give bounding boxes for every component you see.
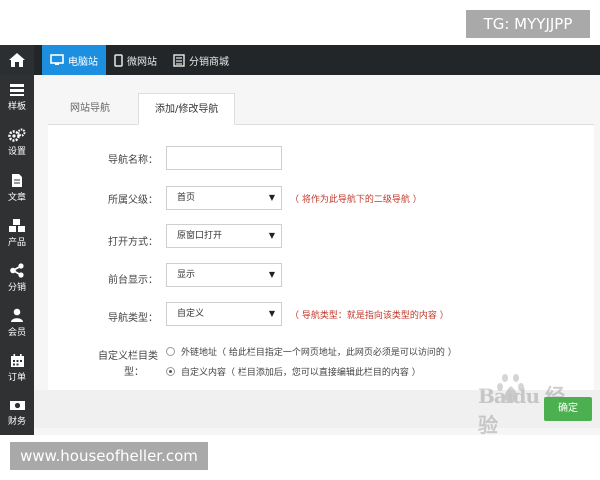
top-nav: 电脑站 微网站 分销商城 <box>42 45 237 75</box>
sidebar: 样板 设置 文章 产品 分销 会员 订单 财务 <box>0 75 34 435</box>
topnav-label: 电脑站 <box>68 56 98 68</box>
topnav-desktop-site[interactable]: 电脑站 <box>42 45 106 75</box>
radio-external-link[interactable]: 外链地址（ 给此栏目指定一个网页地址，此网页必须是可以访问的 ） <box>166 345 457 358</box>
template-icon <box>10 84 24 96</box>
gear-icon <box>8 128 26 142</box>
radio-button-selected[interactable] <box>166 367 175 376</box>
tab-add-edit-navigation[interactable]: 添加/修改导航 <box>138 93 236 125</box>
site-badge: www.houseofheller.com <box>10 442 208 470</box>
share-icon <box>10 262 24 278</box>
sidebar-item-label: 分销 <box>7 282 26 293</box>
caret-down-icon: ▼ <box>268 270 275 279</box>
sidebar-item-orders[interactable]: 订单 <box>0 345 34 390</box>
sidebar-item-label: 订单 <box>7 372 26 383</box>
caret-down-icon: ▼ <box>268 309 275 318</box>
parent-select-value: 首页 <box>177 193 196 203</box>
topnav-mobile-site[interactable]: 微网站 <box>106 45 165 75</box>
display-label: 前台显示： <box>108 275 158 286</box>
radio-custom-content[interactable]: 自定义内容（ 栏目添加后，您可以直接编辑此栏目的内容 ） <box>166 365 421 378</box>
open-mode-select-value: 原窗口打开 <box>177 231 223 241</box>
cubes-icon <box>9 218 25 232</box>
sidebar-item-settings[interactable]: 设置 <box>0 120 34 165</box>
home-icon <box>9 53 25 67</box>
radio-label: 自定义内容（ 栏目添加后，您可以直接编辑此栏目的内容 ） <box>181 368 421 378</box>
nav-type-select[interactable]: 自定义 ▼ <box>166 302 282 326</box>
tab-site-navigation[interactable]: 网站导航 <box>54 93 126 125</box>
nav-name-input[interactable] <box>166 146 282 170</box>
sidebar-item-finance[interactable]: 财务 <box>0 390 34 435</box>
topnav-distribution-store[interactable]: 分销商城 <box>165 45 237 75</box>
open-mode-select[interactable]: 原窗口打开 ▼ <box>166 224 282 248</box>
tg-badge: TG: MYYJJPP <box>466 10 590 38</box>
display-select-value: 显示 <box>177 270 196 280</box>
screen: TG: MYYJJPP 电脑站 微网站 分销商城 样板 设置 文章 产品 分销 … <box>0 0 600 480</box>
topnav-label: 微网站 <box>127 56 157 68</box>
radio-label: 外链地址（ 给此栏目指定一个网页地址，此网页必须是可以访问的 ） <box>181 348 457 358</box>
store-icon <box>173 53 185 67</box>
display-select[interactable]: 显示 ▼ <box>166 263 282 287</box>
nav-type-label: 导航类型： <box>108 313 158 324</box>
open-mode-label: 打开方式： <box>108 237 158 248</box>
custom-type-label-line2: 型： <box>124 367 144 378</box>
sidebar-item-label: 产品 <box>7 237 26 248</box>
sidebar-item-label: 样板 <box>7 102 26 112</box>
parent-label: 所属父级： <box>108 195 158 206</box>
sidebar-item-label: 财务 <box>7 416 26 427</box>
nav-form: 导航名称： 所属父级： 首页 ▼ （ 将作为此导航下的二级导航 ） 打开方式： … <box>48 125 594 391</box>
sidebar-item-label: 文章 <box>7 192 26 203</box>
radio-button[interactable] <box>166 347 175 356</box>
parent-hint: （ 将作为此导航下的二级导航 ） <box>290 195 422 205</box>
user-icon <box>11 308 23 322</box>
sidebar-item-template[interactable]: 样板 <box>0 75 34 120</box>
top-navbar: 电脑站 微网站 分销商城 <box>0 45 600 75</box>
caret-down-icon: ▼ <box>268 231 275 240</box>
sidebar-item-label: 设置 <box>7 147 26 157</box>
custom-type-label-line1: 自定义栏目类 <box>98 351 158 362</box>
money-icon <box>9 400 25 410</box>
tab-bar: 网站导航 添加/修改导航 <box>48 93 594 125</box>
sidebar-item-distribution[interactable]: 分销 <box>0 255 34 300</box>
nav-name-label: 导航名称： <box>108 155 158 166</box>
confirm-button[interactable]: 确定 <box>544 397 592 421</box>
caret-down-icon: ▼ <box>268 193 275 202</box>
document-icon <box>12 173 22 187</box>
sidebar-item-members[interactable]: 会员 <box>0 300 34 345</box>
calendar-icon <box>10 353 24 367</box>
sidebar-item-articles[interactable]: 文章 <box>0 165 34 210</box>
parent-select[interactable]: 首页 ▼ <box>166 186 282 210</box>
home-button[interactable] <box>0 45 34 75</box>
nav-type-select-value: 自定义 <box>177 309 205 319</box>
nav-type-hint: （ 导航类型：就是指向该类型的内容 ） <box>290 311 449 321</box>
sidebar-item-label: 会员 <box>7 327 26 338</box>
mobile-icon <box>114 53 123 67</box>
monitor-icon <box>50 54 64 65</box>
sidebar-item-products[interactable]: 产品 <box>0 210 34 255</box>
topnav-label: 分销商城 <box>189 56 229 68</box>
